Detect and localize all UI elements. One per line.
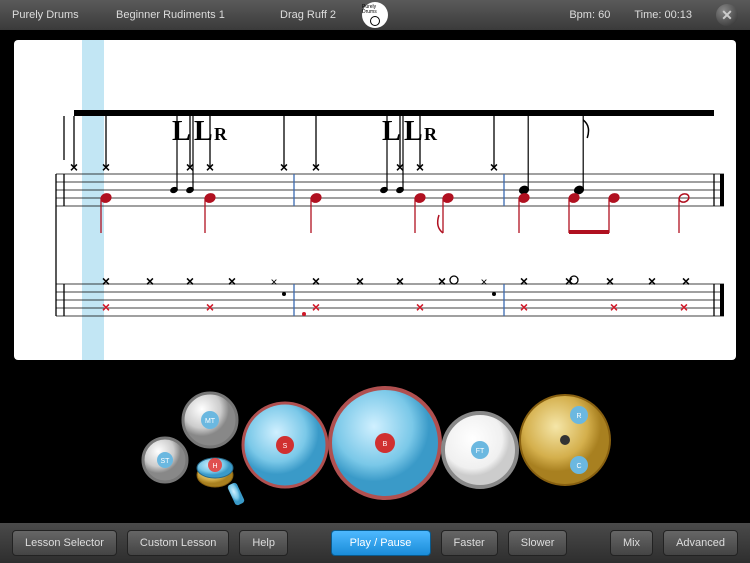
svg-text:×: × — [396, 273, 404, 289]
mix-button[interactable]: Mix — [610, 530, 653, 556]
top-bar: Purely Drums Beginner Rudiments 1 Drag R… — [0, 0, 750, 30]
svg-text:×: × — [606, 273, 614, 289]
logo-drum-icon — [370, 16, 380, 26]
svg-text:×: × — [102, 159, 110, 175]
svg-text:×: × — [312, 299, 320, 315]
svg-text:×: × — [356, 273, 364, 289]
drum-small-tom[interactable]: ST — [143, 438, 187, 482]
svg-text:×: × — [416, 299, 424, 315]
slower-button[interactable]: Slower — [508, 530, 568, 556]
svg-text:L: L — [382, 116, 401, 147]
svg-text:×: × — [682, 273, 690, 289]
svg-text:×: × — [280, 159, 288, 175]
score-svg: LLRLLR××××××××××××××××××××××××××××××× — [14, 40, 736, 360]
svg-text:×: × — [480, 275, 487, 289]
bottom-bar: Lesson Selector Custom Lesson Help Play … — [0, 523, 750, 563]
svg-text:×: × — [206, 299, 214, 315]
help-button[interactable]: Help — [239, 530, 288, 556]
logo-text: Purely Drums — [362, 5, 388, 15]
svg-text:ST: ST — [161, 458, 171, 465]
drum-cymbal[interactable]: R C — [520, 395, 610, 485]
svg-text:×: × — [206, 159, 214, 175]
svg-text:×: × — [610, 299, 618, 315]
drum-mid-tom[interactable]: MT — [183, 393, 237, 447]
svg-text:×: × — [520, 273, 528, 289]
svg-text:S: S — [283, 443, 288, 450]
advanced-button[interactable]: Advanced — [663, 530, 738, 556]
drum-kit: ST MT H S B — [0, 365, 750, 515]
svg-text:L: L — [172, 116, 191, 147]
svg-text:×: × — [102, 299, 110, 315]
app-name: Purely Drums — [12, 9, 92, 21]
lesson-name: Beginner Rudiments 1 — [116, 9, 256, 21]
drumkit-svg: ST MT H S B — [135, 365, 615, 515]
svg-text:×: × — [70, 159, 78, 175]
svg-text:×: × — [416, 159, 424, 175]
svg-text:B: B — [383, 441, 388, 448]
svg-text:×: × — [312, 159, 320, 175]
svg-text:R: R — [576, 413, 581, 420]
drum-floor-tom[interactable]: FT — [443, 413, 517, 487]
drum-bass[interactable]: B — [330, 388, 440, 498]
svg-text:H: H — [212, 463, 217, 470]
svg-text:FT: FT — [476, 448, 485, 455]
svg-text:×: × — [228, 273, 236, 289]
drum-snare[interactable]: S — [243, 403, 327, 487]
drum-hihat[interactable]: H — [197, 458, 245, 506]
faster-button[interactable]: Faster — [441, 530, 498, 556]
svg-text:×: × — [565, 273, 573, 289]
svg-text:×: × — [102, 273, 110, 289]
bpm-display: Bpm: 60 — [569, 9, 610, 21]
time-display: Time: 00:13 — [634, 9, 692, 21]
svg-text:C: C — [576, 463, 581, 470]
svg-text:R: R — [214, 124, 228, 144]
custom-lesson-button[interactable]: Custom Lesson — [127, 530, 229, 556]
svg-text:×: × — [520, 299, 528, 315]
play-pause-button[interactable]: Play / Pause — [331, 530, 431, 556]
svg-text:×: × — [438, 273, 446, 289]
lesson-selector-button[interactable]: Lesson Selector — [12, 530, 117, 556]
svg-text:×: × — [270, 275, 277, 289]
svg-text:×: × — [648, 273, 656, 289]
svg-text:MT: MT — [205, 418, 216, 425]
svg-text:×: × — [186, 273, 194, 289]
svg-text:×: × — [680, 299, 688, 315]
close-icon: ✕ — [721, 7, 733, 24]
close-button[interactable]: ✕ — [716, 4, 738, 26]
score-area: LLRLLR××××××××××××××××××××××××××××××× — [14, 40, 736, 360]
app-logo: Purely Drums — [362, 2, 388, 28]
svg-text:R: R — [424, 124, 438, 144]
svg-text:×: × — [146, 273, 154, 289]
svg-text:×: × — [490, 159, 498, 175]
svg-text:×: × — [312, 273, 320, 289]
